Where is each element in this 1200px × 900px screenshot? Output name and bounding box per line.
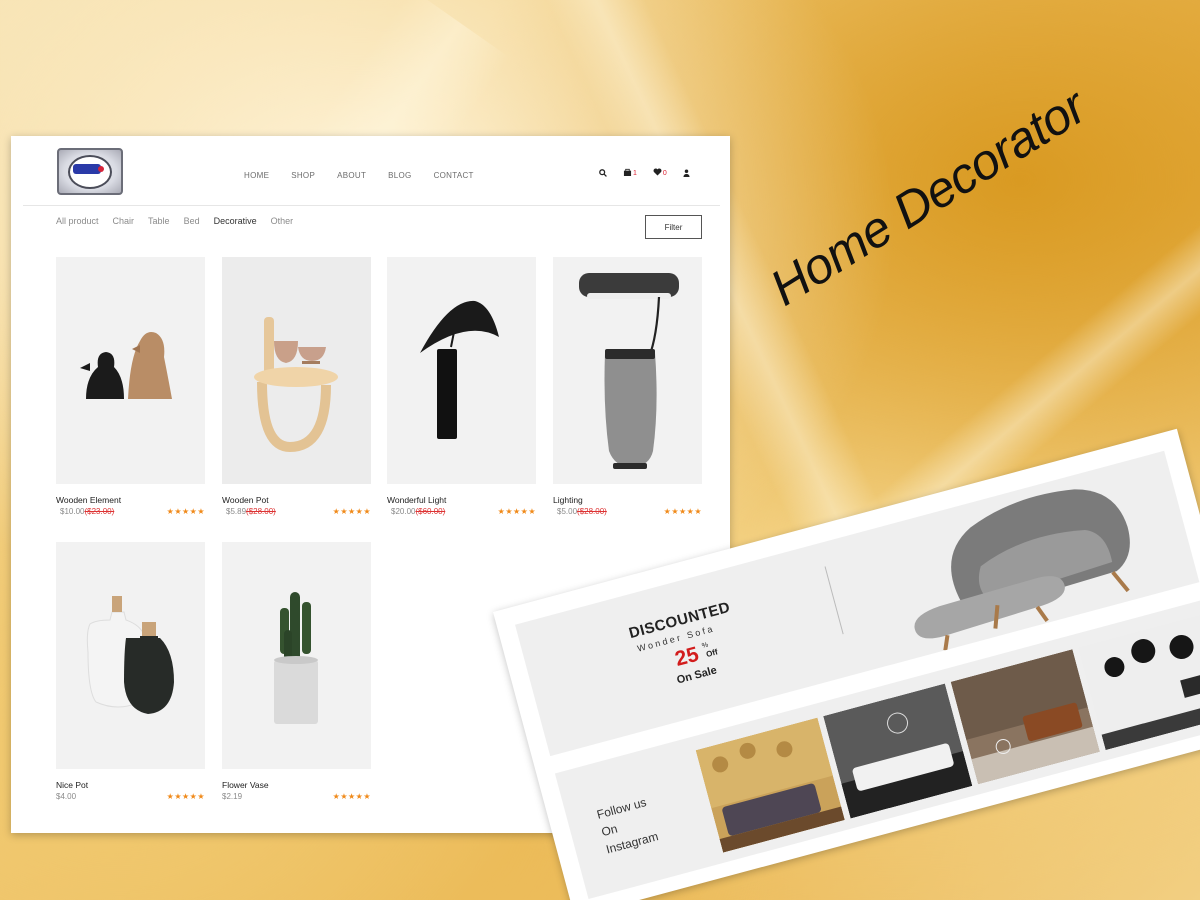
- cart-icon: [623, 168, 632, 178]
- instagram-photo-3[interactable]: [950, 649, 1100, 785]
- product-price: $20.00($60.00): [391, 507, 446, 516]
- product-price: $5.89($28.00): [226, 507, 276, 516]
- wishlist-button[interactable]: 0: [653, 168, 667, 178]
- tab-other[interactable]: Other: [271, 216, 294, 226]
- nav-shop[interactable]: SHOP: [291, 171, 315, 180]
- instagram-photo-4[interactable]: [1078, 615, 1200, 751]
- product-name: Wooden Pot: [222, 495, 269, 505]
- product-name: Nice Pot: [56, 780, 89, 790]
- discount-percent: 25: [672, 642, 702, 671]
- product-card[interactable]: Lighting $5.00($28.00) ★★★★★: [553, 257, 702, 516]
- product-rating: ★★★★★: [497, 507, 536, 516]
- product-image-wooden-element[interactable]: [56, 257, 205, 484]
- filter-button[interactable]: Filter: [645, 215, 702, 239]
- tab-all-product[interactable]: All product: [56, 216, 99, 226]
- banner-divider: [824, 566, 844, 635]
- wishlist-count: 0: [662, 169, 667, 177]
- instagram-label[interactable]: Follow us On Instagram: [595, 792, 661, 858]
- product-price: $5.00($28.00): [557, 507, 607, 516]
- hero-title: Home Decorator: [760, 78, 1096, 317]
- heart-icon: [653, 168, 662, 178]
- product-old-price: ($60.00): [415, 507, 446, 516]
- product-card[interactable]: Flower Vase $2.19 ★★★★★: [222, 542, 371, 801]
- category-tabs: All product Chair Table Bed Decorative O…: [56, 216, 293, 226]
- tab-table[interactable]: Table: [148, 216, 170, 226]
- nav-blog[interactable]: BLOG: [388, 171, 411, 180]
- user-icon[interactable]: [683, 169, 690, 177]
- product-image-wooden-pot[interactable]: [222, 257, 371, 484]
- product-rating: ★★★★★: [663, 507, 702, 516]
- product-price: $10.00($23.00): [60, 507, 115, 516]
- nav-contact[interactable]: CONTACT: [434, 171, 474, 180]
- logo-badge: [73, 164, 104, 174]
- product-name: Flower Vase: [222, 780, 269, 790]
- product-old-price: ($23.00): [84, 507, 115, 516]
- product-card[interactable]: Wonderful Light $20.00($60.00) ★★★★★: [387, 257, 536, 516]
- tab-decorative[interactable]: Decorative: [214, 216, 257, 226]
- nav-about[interactable]: ABOUT: [337, 171, 366, 180]
- product-name: Wonderful Light: [387, 495, 447, 505]
- store-logo[interactable]: [57, 148, 123, 195]
- product-rating: ★★★★★: [332, 507, 371, 516]
- product-name: Lighting: [553, 495, 583, 505]
- product-rating: ★★★★★: [332, 792, 371, 801]
- product-image-wonderful-light[interactable]: [387, 257, 536, 484]
- header-icons: 1 0: [599, 168, 690, 178]
- product-price: $4.00: [56, 792, 77, 801]
- tab-bed[interactable]: Bed: [184, 216, 200, 226]
- product-image-flower-vase[interactable]: [222, 542, 371, 769]
- product-card[interactable]: Nice Pot $4.00 ★★★★★: [56, 542, 205, 801]
- cart-count: 1: [633, 169, 637, 177]
- product-image-nice-pot[interactable]: [56, 542, 205, 769]
- product-rating: ★★★★★: [166, 792, 205, 801]
- product-card[interactable]: Wooden Element $10.00($23.00) ★★★★★: [56, 257, 205, 516]
- header-divider: [23, 205, 720, 206]
- product-image-lighting[interactable]: [553, 257, 702, 484]
- product-name: Wooden Element: [56, 495, 122, 505]
- nav-home[interactable]: HOME: [244, 171, 269, 180]
- tab-chair[interactable]: Chair: [113, 216, 135, 226]
- product-old-price: ($28.00): [577, 507, 607, 516]
- cart-button[interactable]: 1: [623, 168, 637, 178]
- instagram-photo-2[interactable]: [823, 683, 973, 819]
- discount-off-label: Off: [705, 647, 719, 660]
- search-icon[interactable]: [599, 169, 607, 177]
- instagram-photo-1[interactable]: [695, 717, 845, 853]
- product-price: $2.19: [222, 792, 243, 801]
- main-nav: HOME SHOP ABOUT BLOG CONTACT: [244, 171, 474, 180]
- product-rating: ★★★★★: [166, 507, 205, 516]
- product-card[interactable]: Wooden Pot $5.89($28.00) ★★★★★: [222, 257, 371, 516]
- product-old-price: ($28.00): [246, 507, 276, 516]
